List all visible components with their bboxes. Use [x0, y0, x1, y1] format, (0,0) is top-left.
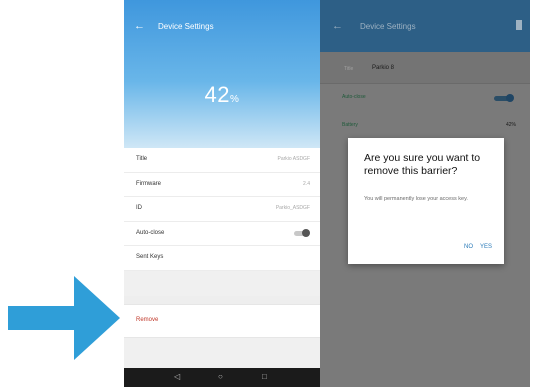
auto-close-toggle [494, 94, 516, 102]
setting-row-auto-close[interactable]: Auto-close [124, 222, 320, 247]
setting-row-firmware[interactable]: Firmware 2.4 [124, 173, 320, 198]
confirm-dialog: Are you sure you want to remove this bar… [348, 138, 504, 264]
nav-home-icon[interactable]: ○ [218, 372, 223, 381]
title-value: Parkio 8 [372, 65, 395, 71]
screen-title: Device Settings [158, 22, 214, 31]
screen-title: Device Settings [360, 22, 416, 31]
toggle-knob [506, 94, 514, 102]
title-key: Title [344, 66, 354, 72]
setting-value: 2.4 [303, 180, 310, 187]
remove-confirm-screen: ← Device Settings Title Parkio 8 Auto-cl… [320, 0, 530, 387]
battery-percentage: 42% [124, 82, 320, 108]
battery-row: Battery 42% [320, 112, 530, 138]
battery-value: 42 [204, 82, 231, 107]
pointer-arrow-icon [8, 276, 120, 360]
nav-back-icon[interactable]: ◁ [174, 372, 180, 381]
auto-close-toggle[interactable] [294, 228, 310, 237]
app-bar: ← Device Settings [320, 0, 530, 52]
battery-label: Battery [342, 122, 358, 128]
delete-icon[interactable] [516, 20, 522, 30]
setting-row-id[interactable]: ID Parkio_ASDGF [124, 197, 320, 222]
setting-value: Parkio_ASDGF [275, 205, 310, 212]
battery-value: 42% [505, 122, 516, 128]
setting-label: Title [136, 156, 148, 162]
remove-label: Remove [136, 317, 159, 323]
dialog-title: Are you sure you want to remove this bar… [364, 152, 481, 178]
back-arrow-icon[interactable]: ← [332, 20, 343, 32]
auto-close-row: Auto-close [320, 84, 530, 112]
setting-label: ID [136, 205, 142, 212]
app-bar: ← Device Settings [124, 0, 320, 52]
back-arrow-icon[interactable]: ← [134, 20, 145, 32]
title-row: Title Parkio 8 [320, 52, 530, 84]
toggle-knob [302, 228, 310, 237]
setting-label: Sent Keys [136, 254, 164, 261]
nav-recents-icon[interactable]: □ [262, 372, 267, 381]
remove-button[interactable]: Remove [124, 304, 320, 338]
dialog-message: You will permanently lose your access ke… [364, 196, 468, 202]
setting-row-title[interactable]: Title Parkio ASDGF [124, 148, 320, 173]
no-button[interactable]: NO [464, 244, 473, 250]
android-nav-bar: ◁ ○ □ [124, 368, 320, 387]
setting-row-sent-keys[interactable]: Sent Keys [124, 246, 320, 271]
section-divider [124, 296, 320, 304]
battery-unit: % [230, 94, 240, 105]
settings-list: Title Parkio ASDGF Firmware 2.4 ID Parki… [124, 148, 320, 271]
auto-close-label: Auto-close [342, 94, 366, 100]
yes-button[interactable]: YES [480, 244, 492, 250]
setting-label: Firmware [136, 180, 161, 187]
setting-value: Parkio ASDGF [277, 156, 310, 162]
setting-label: Auto-close [136, 229, 165, 236]
device-settings-screen: ← Device Settings 42% Title Parkio ASDGF… [124, 0, 320, 387]
